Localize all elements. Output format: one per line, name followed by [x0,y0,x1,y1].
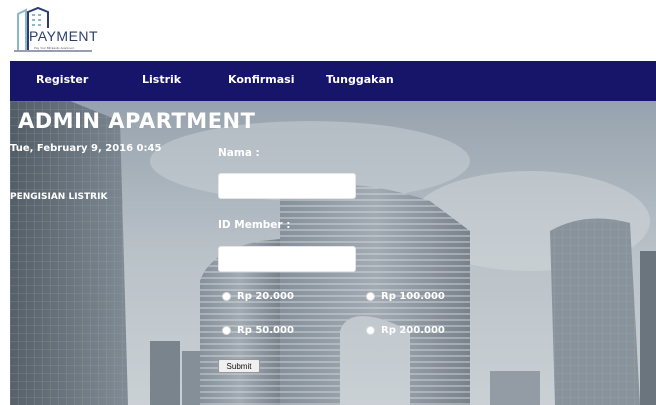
section-heading: PENGISIAN LISTRIK [10,192,108,202]
nav-item-tunggakan[interactable]: Tunggakan [326,73,394,86]
option-rp-200000[interactable]: Rp 200.000 [366,325,445,336]
nama-input[interactable] [218,173,356,199]
page: PAYMENT Pay Your Bill Easily Apartment R… [0,0,656,405]
main-nav: Register Listrik Konfirmasi Tunggakan [10,61,656,101]
nav-item-konfirmasi[interactable]: Konfirmasi [228,73,295,86]
current-datetime: Tue, February 9, 2016 0:45 [10,143,162,154]
option-label: Rp 20.000 [237,291,294,302]
nav-item-listrik[interactable]: Listrik [142,73,181,86]
page-title: ADMIN APARTMENT [18,109,256,133]
logo-tagline: Pay Your Bill Easily Apartment [34,46,75,50]
nama-label: Nama : [218,147,260,159]
id-member-label: ID Member : [218,219,291,231]
radio-button[interactable] [366,292,375,301]
option-rp-50000[interactable]: Rp 50.000 [222,325,294,336]
radio-button[interactable] [222,292,231,301]
option-rp-100000[interactable]: Rp 100.000 [366,291,445,302]
option-label: Rp 50.000 [237,325,294,336]
nav-item-register[interactable]: Register [36,73,88,86]
brand-logo[interactable]: PAYMENT Pay Your Bill Easily Apartment [12,6,102,54]
id-member-input[interactable] [218,246,356,272]
hero-section: ADMIN APARTMENT Tue, February 9, 2016 0:… [10,101,656,405]
option-label: Rp 200.000 [381,325,445,336]
logo-text: PAYMENT [29,28,99,44]
submit-button[interactable]: Submit [218,359,260,373]
option-label: Rp 100.000 [381,291,445,302]
radio-button[interactable] [366,326,375,335]
radio-button[interactable] [222,326,231,335]
option-rp-20000[interactable]: Rp 20.000 [222,291,294,302]
